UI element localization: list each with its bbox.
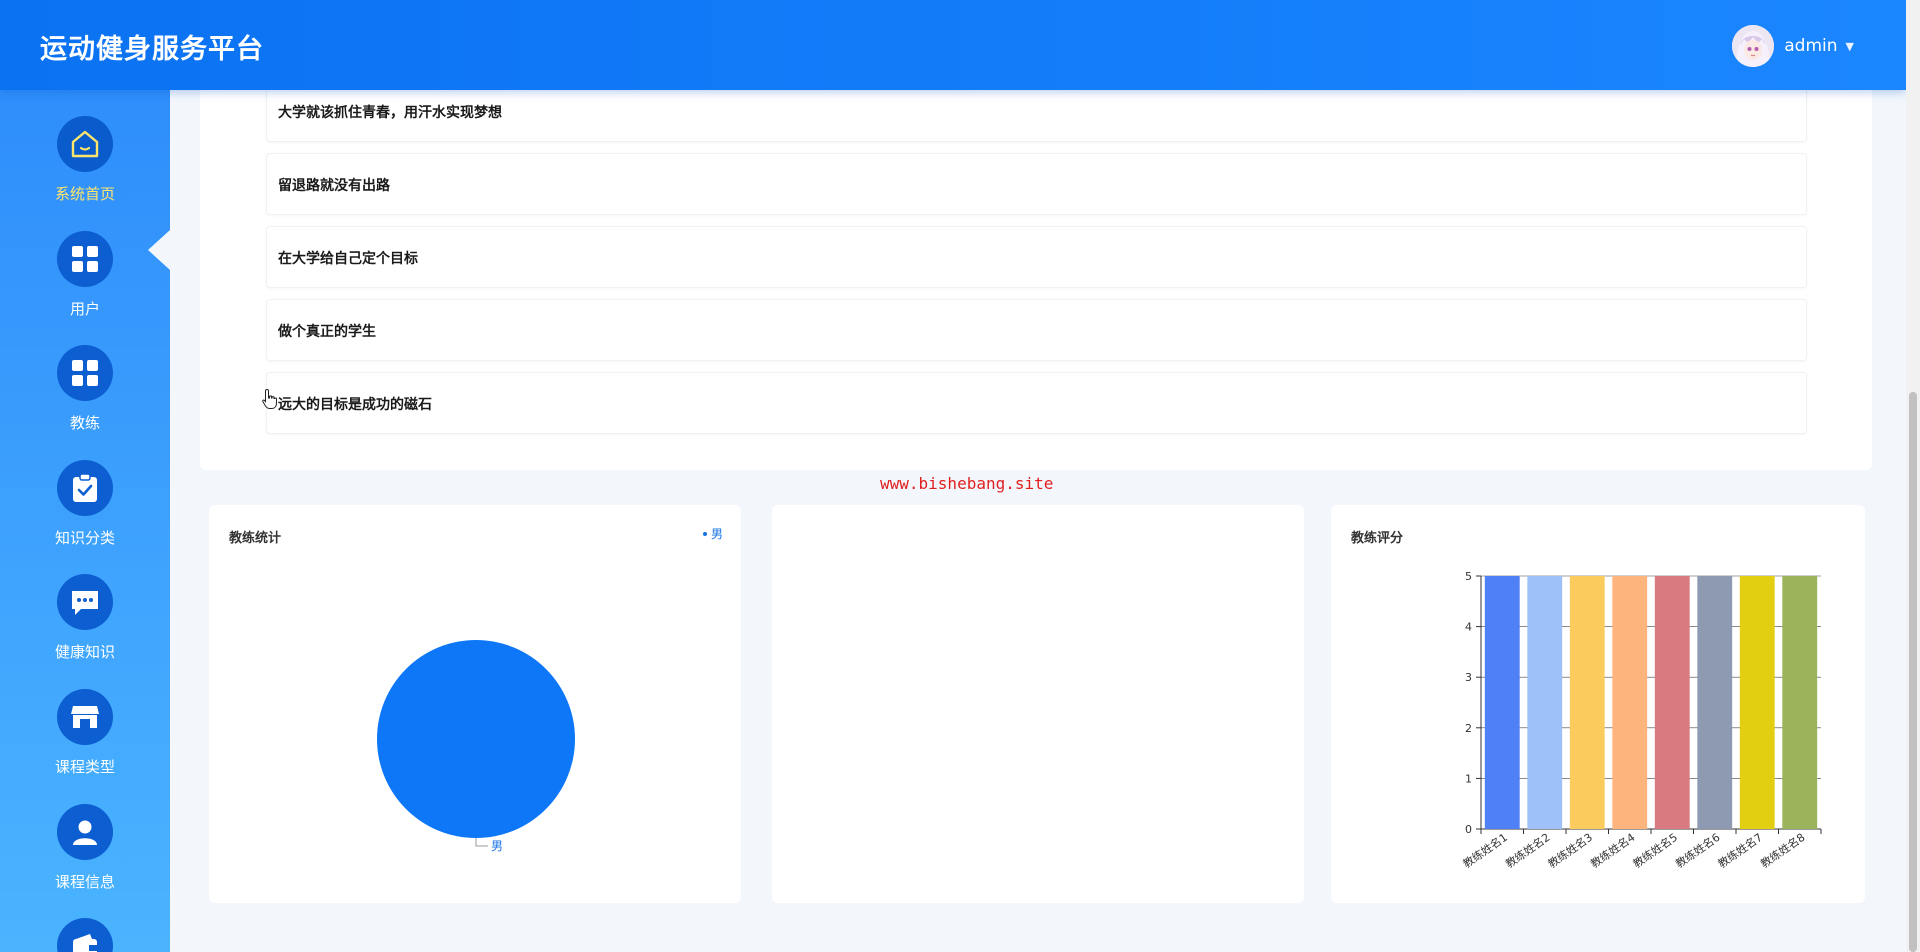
x-tick-label: 教练姓名3: [1545, 830, 1595, 871]
x-tick-label: 教练姓名2: [1503, 830, 1553, 871]
sidebar-item-coach[interactable]: 教练: [0, 345, 170, 433]
grid-icon: [57, 231, 113, 287]
y-tick-label: 3: [1465, 671, 1472, 684]
top-header: 运动健身服务平台 admin ▼: [0, 0, 1906, 90]
pie-chart: 男: [377, 640, 575, 853]
sidebar-item-label: 教练: [69, 414, 100, 432]
clipboard-check-icon: [57, 460, 113, 516]
sidebar-item-course-info[interactable]: 课程信息: [0, 804, 170, 892]
bar: [1527, 576, 1563, 829]
notice-text: 大学就该抓住青春，用汗水实现梦想: [278, 105, 502, 121]
brand-title: 运动健身服务平台: [40, 34, 264, 65]
user-menu[interactable]: admin ▼: [1732, 25, 1854, 67]
sidebar-item-course-type[interactable]: 课程类型: [0, 689, 170, 777]
notice-text: 留退路就没有出路: [278, 178, 390, 194]
store-icon: [57, 689, 113, 745]
sidebar-item-label: 知识分类: [54, 529, 115, 547]
notice-text: 远大的目标是成功的磁石: [278, 397, 432, 413]
sidebar-item-label: 健康知识: [54, 643, 115, 661]
y-tick-label: 1: [1465, 772, 1472, 785]
y-tick-label: 2: [1465, 722, 1472, 735]
y-tick-label: 0: [1465, 823, 1472, 836]
chat-bubble-icon: [57, 574, 113, 630]
bar: [1484, 576, 1520, 829]
sidebar-item-label: 课程类型: [54, 758, 115, 776]
bar: [1569, 576, 1605, 829]
x-tick-label: 教练姓名8: [1758, 830, 1808, 871]
notice-item[interactable]: 留退路就没有出路: [266, 153, 1807, 215]
scrollbar-thumb[interactable]: [1909, 392, 1917, 952]
sidebar-item-label: 用户: [69, 300, 100, 318]
sidebar-item-knowledge-category[interactable]: 知识分类: [0, 460, 170, 548]
chevron-down-icon[interactable]: ▼: [1846, 40, 1854, 53]
notice-item[interactable]: 做个真正的学生: [266, 299, 1807, 361]
notice-panel: 大学就该抓住青春，用汗水实现梦想 留退路就没有出路 在大学给自己定个目标 做个真…: [200, 80, 1872, 470]
sidebar-item-label: 系统首页: [54, 185, 115, 203]
watermark: www.bishebang.site: [880, 474, 1054, 493]
notice-item[interactable]: 在大学给自己定个目标: [266, 226, 1807, 288]
pie-label-line: [475, 838, 488, 847]
coach-stats-card: 教练统计 男 男: [209, 505, 741, 903]
sidebar: 系统首页 用户 教练 知识分类 健康知识 课程类型 课程信息: [0, 90, 170, 952]
bar: [1739, 576, 1775, 829]
x-tick-label: 教练姓名5: [1630, 830, 1680, 871]
wallet-icon: [57, 918, 113, 952]
page-scrollbar[interactable]: [1906, 0, 1920, 952]
sidebar-item-label: 课程信息: [54, 873, 115, 891]
bar: [1654, 576, 1690, 829]
home-icon: [57, 116, 113, 172]
user-icon: [57, 804, 113, 860]
x-tick-label: 教练姓名7: [1715, 830, 1765, 871]
y-tick-label: 4: [1465, 621, 1472, 634]
username[interactable]: admin: [1784, 36, 1837, 56]
bar: [1612, 576, 1648, 829]
bar-chart: 012345教练姓名1教练姓名2教练姓名3教练姓名4教练姓名5教练姓名6教练姓名…: [1460, 570, 1822, 871]
empty-chart-card: [772, 505, 1304, 903]
notice-text: 在大学给自己定个目标: [278, 251, 418, 267]
x-tick-label: 教练姓名4: [1588, 830, 1638, 871]
pie-slice: [377, 640, 575, 838]
hand-cursor-icon: [261, 388, 279, 414]
x-tick-label: 教练姓名6: [1673, 830, 1723, 871]
grid-icon: [57, 345, 113, 401]
pie-label: 男: [491, 839, 503, 853]
notice-text: 做个真正的学生: [278, 324, 376, 340]
y-tick-label: 5: [1465, 570, 1472, 583]
sidebar-item-health-knowledge[interactable]: 健康知识: [0, 574, 170, 662]
bar: [1697, 576, 1733, 829]
notice-item[interactable]: 远大的目标是成功的磁石: [266, 372, 1807, 434]
sidebar-item-home[interactable]: 系统首页: [0, 116, 170, 204]
avatar[interactable]: [1732, 25, 1775, 67]
sidebar-item-users[interactable]: 用户: [0, 231, 170, 319]
sidebar-item-more[interactable]: [0, 918, 170, 952]
coach-rating-card: 教练评分 0 1 2 3 4 5 教练姓名1 教练姓名2 教练姓名3 教练姓名4 教练姓名5 教练姓名…: [1331, 505, 1865, 903]
x-tick-label: 教练姓名1: [1460, 830, 1510, 871]
bar: [1782, 576, 1818, 829]
